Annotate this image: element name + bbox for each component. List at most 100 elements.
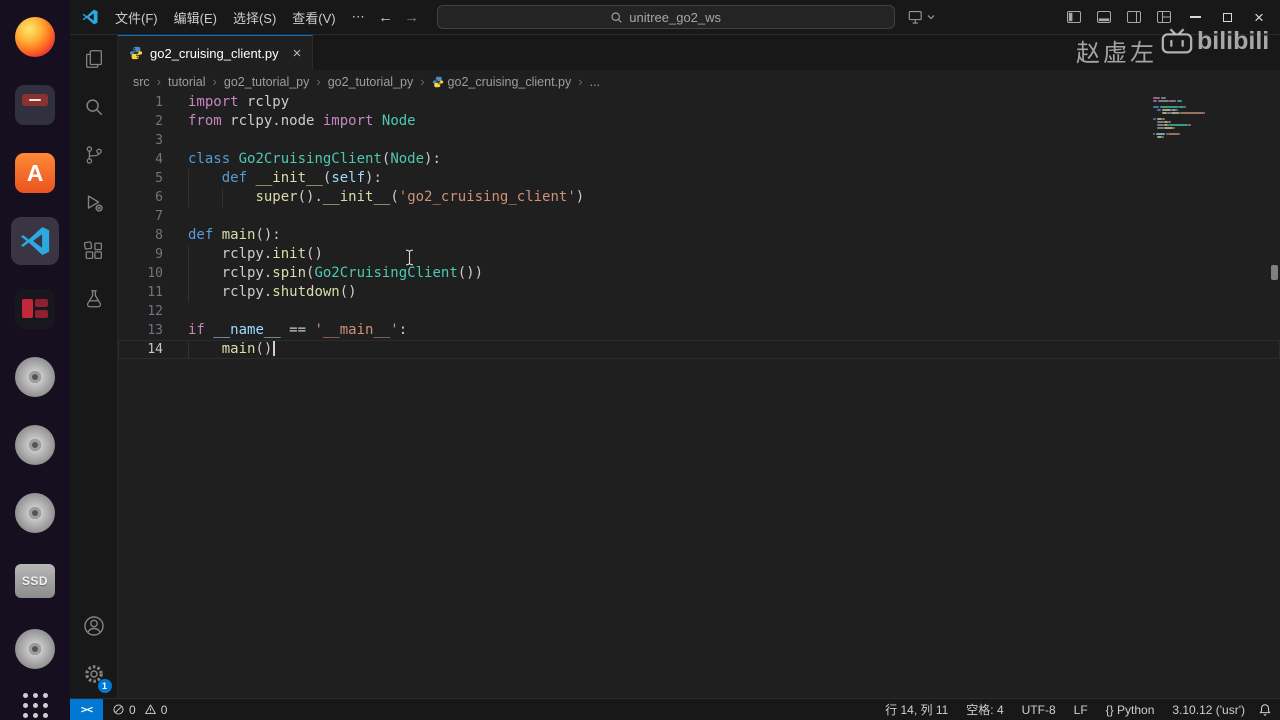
run-debug-icon [87, 195, 103, 212]
minimize-button[interactable] [1186, 8, 1204, 26]
line-number[interactable]: 10 [118, 264, 163, 283]
status-line-col[interactable]: 行 14, 列 11 [876, 701, 957, 718]
line-number[interactable]: 2 [118, 112, 163, 131]
line-number[interactable]: 11 [118, 283, 163, 302]
line-number[interactable]: 5 [118, 169, 163, 188]
code-row[interactable]: 1 import rclpy [118, 93, 1280, 112]
sidebar-item-extensions[interactable] [70, 227, 118, 275]
status-eol[interactable]: LF [1065, 703, 1097, 717]
line-number[interactable]: 4 [118, 150, 163, 169]
code-row[interactable]: 14 main() [118, 340, 1280, 359]
firefox-icon[interactable] [11, 13, 59, 61]
sidebar-item-testing[interactable] [70, 275, 118, 323]
status-encoding[interactable]: UTF-8 [1013, 703, 1065, 717]
python-icon [432, 76, 444, 88]
minimap[interactable] [1153, 97, 1265, 139]
disk-image [15, 493, 55, 533]
customize-layout-icon[interactable] [1152, 5, 1176, 29]
breadcrumb-item[interactable]: go2_cruising_client.py [432, 75, 571, 89]
breadcrumb-item[interactable]: ... [590, 75, 600, 89]
sidebar-item-search[interactable] [70, 83, 118, 131]
code-row[interactable]: 9 rclpy.init() [118, 245, 1280, 264]
tab-go2-cruising-client[interactable]: go2_cruising_client.py × [118, 35, 314, 70]
line-number[interactable]: 13 [118, 321, 163, 340]
toggle-sidebar-icon[interactable] [1062, 5, 1086, 29]
line-number[interactable]: 3 [118, 131, 163, 150]
back-arrow-icon[interactable]: ← [373, 9, 399, 26]
tab-close-icon[interactable]: × [293, 46, 302, 61]
close-button[interactable]: × [1250, 8, 1268, 26]
menu-more[interactable]: ⋯ [344, 5, 373, 29]
code-row[interactable]: 8 def main(): [118, 226, 1280, 245]
code-row[interactable]: 6 super().__init__('go2_cruising_client'… [118, 188, 1280, 207]
ssd-label: SSD [15, 564, 55, 598]
sidebar-item-run-debug[interactable] [70, 179, 118, 227]
line-number[interactable]: 9 [118, 245, 163, 264]
chevron-right-icon: › [420, 74, 425, 89]
ssd-drive-icon[interactable]: SSD [11, 557, 59, 605]
line-number[interactable]: 8 [118, 226, 163, 245]
sidebar-item-explorer[interactable] [70, 35, 118, 83]
line-number[interactable]: 1 [118, 93, 163, 112]
breadcrumb-item[interactable]: src [133, 75, 150, 89]
settings-button[interactable]: 1 [70, 650, 118, 698]
status-language[interactable]: {} Python [1097, 703, 1164, 717]
chevron-right-icon: › [316, 74, 321, 89]
toggle-panel-icon[interactable] [1092, 5, 1116, 29]
code-row[interactable]: 4 class Go2CruisingClient(Node): [118, 150, 1280, 169]
minimap-content [1153, 97, 1265, 138]
chevron-right-icon: › [156, 74, 162, 89]
code-row[interactable]: 13 if __name__ == '__main__': [118, 321, 1280, 340]
media-app-icon[interactable] [11, 285, 59, 333]
problems-indicator[interactable]: 0 0 [103, 703, 180, 717]
notifications-bell-icon[interactable] [1258, 703, 1272, 717]
forward-arrow-icon[interactable]: → [399, 9, 425, 26]
line-number[interactable]: 7 [118, 207, 163, 226]
show-applications-button[interactable] [22, 693, 48, 718]
disk-icon-3[interactable] [11, 489, 59, 537]
command-center-search[interactable]: unitree_go2_ws [436, 5, 895, 29]
sidebar-item-source-control[interactable] [70, 131, 118, 179]
vscode-menu-logo-icon[interactable] [81, 8, 99, 26]
monitor-dropdown-icon[interactable] [908, 10, 935, 25]
code-text: def main(): [188, 227, 281, 243]
code-row[interactable]: 2 from rclpy.node import Node [118, 112, 1280, 131]
breadcrumb-item[interactable]: go2_tutorial_py [328, 75, 413, 89]
status-interpreter[interactable]: 3.10.12 ('usr') [1163, 703, 1254, 717]
code-row[interactable]: 3 [118, 131, 1280, 150]
warning-icon [144, 704, 156, 715]
code-row[interactable]: 11 rclpy.shutdown() [118, 283, 1280, 302]
menu-selection[interactable]: 选择(S) [225, 4, 284, 31]
code-row[interactable]: 12 [118, 302, 1280, 321]
files-app-icon[interactable] [11, 81, 59, 129]
code-text: rclpy.spin(Go2CruisingClient()) [188, 264, 484, 283]
software-app-icon[interactable]: A [11, 149, 59, 197]
restore-button[interactable] [1218, 8, 1236, 26]
code-row[interactable]: 7 [118, 207, 1280, 226]
code-row[interactable]: 5 def __init__(self): [118, 169, 1280, 188]
account-button[interactable] [70, 602, 118, 650]
uploader-watermark: 赵虚左 [1076, 40, 1157, 67]
breadcrumb-item[interactable]: go2_tutorial_py [224, 75, 309, 89]
menu-view[interactable]: 查看(V) [284, 4, 343, 31]
breadcrumb: src › tutorial › go2_tutorial_py › go2_tutoria… [118, 70, 1280, 93]
menu-edit[interactable]: 编辑(E) [166, 4, 225, 31]
breadcrumb-item[interactable]: tutorial [168, 75, 206, 89]
code-row[interactable]: 10 rclpy.spin(Go2CruisingClient()) [118, 264, 1280, 283]
remote-icon: >< [80, 703, 93, 716]
line-number[interactable]: 14 [118, 340, 163, 359]
menu-file[interactable]: 文件(F) [107, 4, 166, 31]
status-indent[interactable]: 空格: 4 [957, 701, 1012, 718]
disk-icon-2[interactable] [11, 421, 59, 469]
indent-guide [221, 188, 223, 207]
line-number[interactable]: 6 [118, 188, 163, 207]
disk-icon-4[interactable] [11, 625, 59, 673]
vscode-dock-icon[interactable] [11, 217, 59, 265]
code-editor[interactable]: 1 import rclpy 2 from rclpy.node import Nod… [118, 93, 1280, 698]
toggle-secondary-sidebar-icon[interactable] [1122, 5, 1146, 29]
indent-guide [188, 283, 189, 302]
disk-icon-1[interactable] [11, 353, 59, 401]
line-number[interactable]: 12 [118, 302, 163, 321]
remote-indicator[interactable]: >< [70, 698, 103, 720]
code-text: super().__init__('go2_cruising_client') [188, 188, 584, 207]
